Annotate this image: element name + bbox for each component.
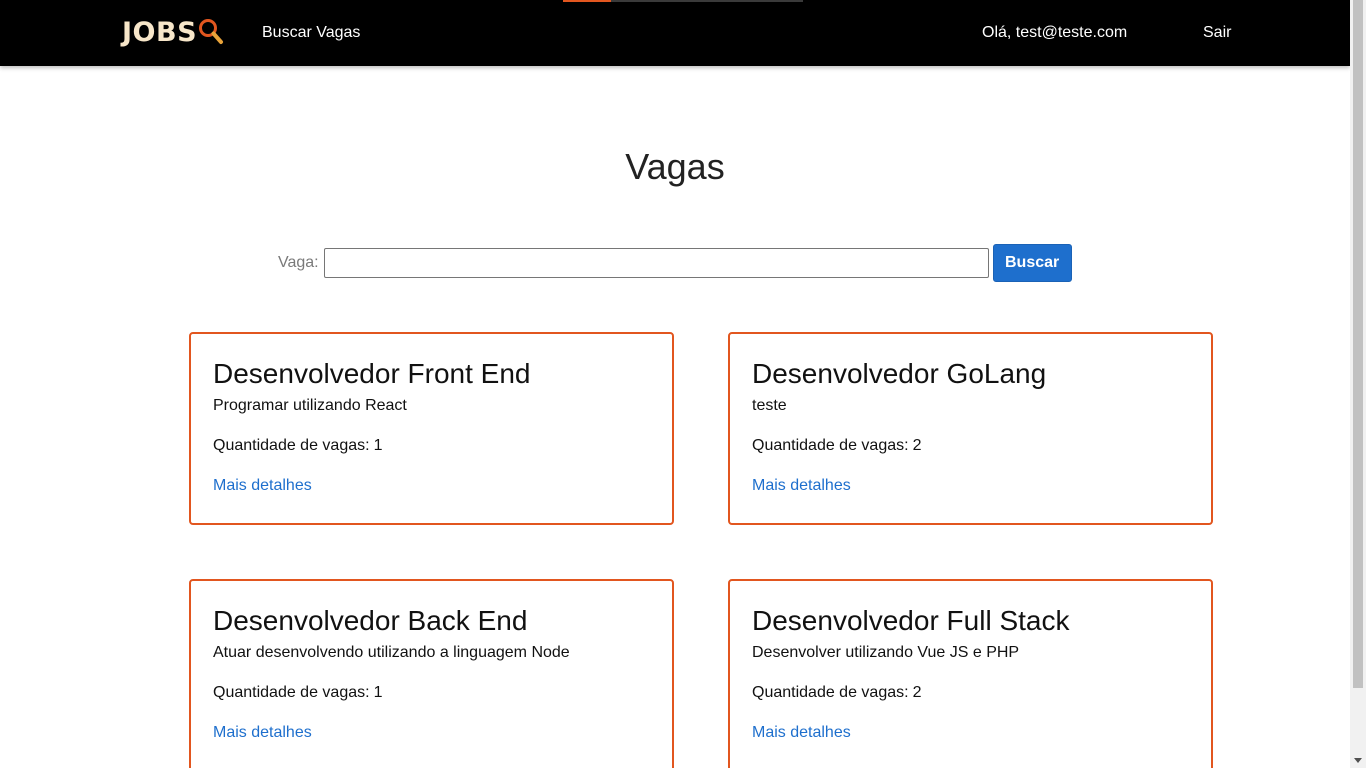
job-quantity: Quantidade de vagas: 2 [752,436,1189,456]
job-description: Atuar desenvolvendo utilizando a linguag… [213,644,570,661]
job-description: Programar utilizando React [213,397,407,414]
job-title: Desenvolvedor Back End [213,605,528,636]
job-details-link[interactable]: Mais detalhes [213,476,312,496]
job-details-link[interactable]: Mais detalhes [213,723,312,743]
search-input[interactable] [323,248,989,278]
job-quantity: Quantidade de vagas: 1 [213,436,650,456]
logo-text: JOBS [122,17,198,48]
user-greeting: Olá, test@teste.com [982,24,1128,41]
job-title: Desenvolvedor Front End [213,358,531,389]
job-quantity-label: Quantidade de vagas: [752,684,909,701]
job-card: Desenvolvedor Full Stack Desenvolver uti… [728,579,1213,768]
nav-link-buscar-vagas[interactable]: Buscar Vagas [262,23,360,43]
job-quantity-label: Quantidade de vagas: [213,684,370,701]
loading-bar-fill [563,0,611,2]
job-quantity-label: Quantidade de vagas: [752,437,909,454]
search-label: Vaga: [278,254,319,271]
navbar: JOBS Buscar Vagas Olá, test@teste.com Sa… [0,0,1350,66]
page-title: Vagas [625,146,725,187]
scroll-down-icon[interactable] [1354,758,1362,763]
job-details-link[interactable]: Mais detalhes [752,476,851,496]
logout-link[interactable]: Sair [1203,23,1231,43]
job-details-link[interactable]: Mais detalhes [752,723,851,743]
job-description: teste [752,397,787,414]
job-card: Desenvolvedor Back End Atuar desenvolven… [189,579,674,768]
job-quantity-value: 1 [373,684,383,701]
job-title: Desenvolvedor Full Stack [752,605,1070,636]
job-quantity: Quantidade de vagas: 1 [213,683,650,703]
search-form: Vaga: Buscar [278,244,1072,282]
job-quantity-value: 2 [912,437,922,454]
job-quantity-value: 2 [912,684,922,701]
job-quantity-label: Quantidade de vagas: [213,437,370,454]
job-description: Desenvolver utilizando Vue JS e PHP [752,644,1020,661]
job-title: Desenvolvedor GoLang [752,358,1047,389]
loading-bar [563,0,803,2]
job-card: Desenvolvedor GoLang teste Quantidade de… [728,332,1213,525]
job-card: Desenvolvedor Front End Programar utiliz… [189,332,674,525]
magnifier-icon [198,18,224,51]
job-quantity-value: 1 [373,437,383,454]
search-button[interactable]: Buscar [992,244,1072,282]
job-quantity: Quantidade de vagas: 2 [752,683,1189,703]
scrollbar-thumb[interactable] [1353,0,1363,688]
logo[interactable]: JOBS [122,17,224,49]
page-scrollbar[interactable] [1350,0,1366,768]
